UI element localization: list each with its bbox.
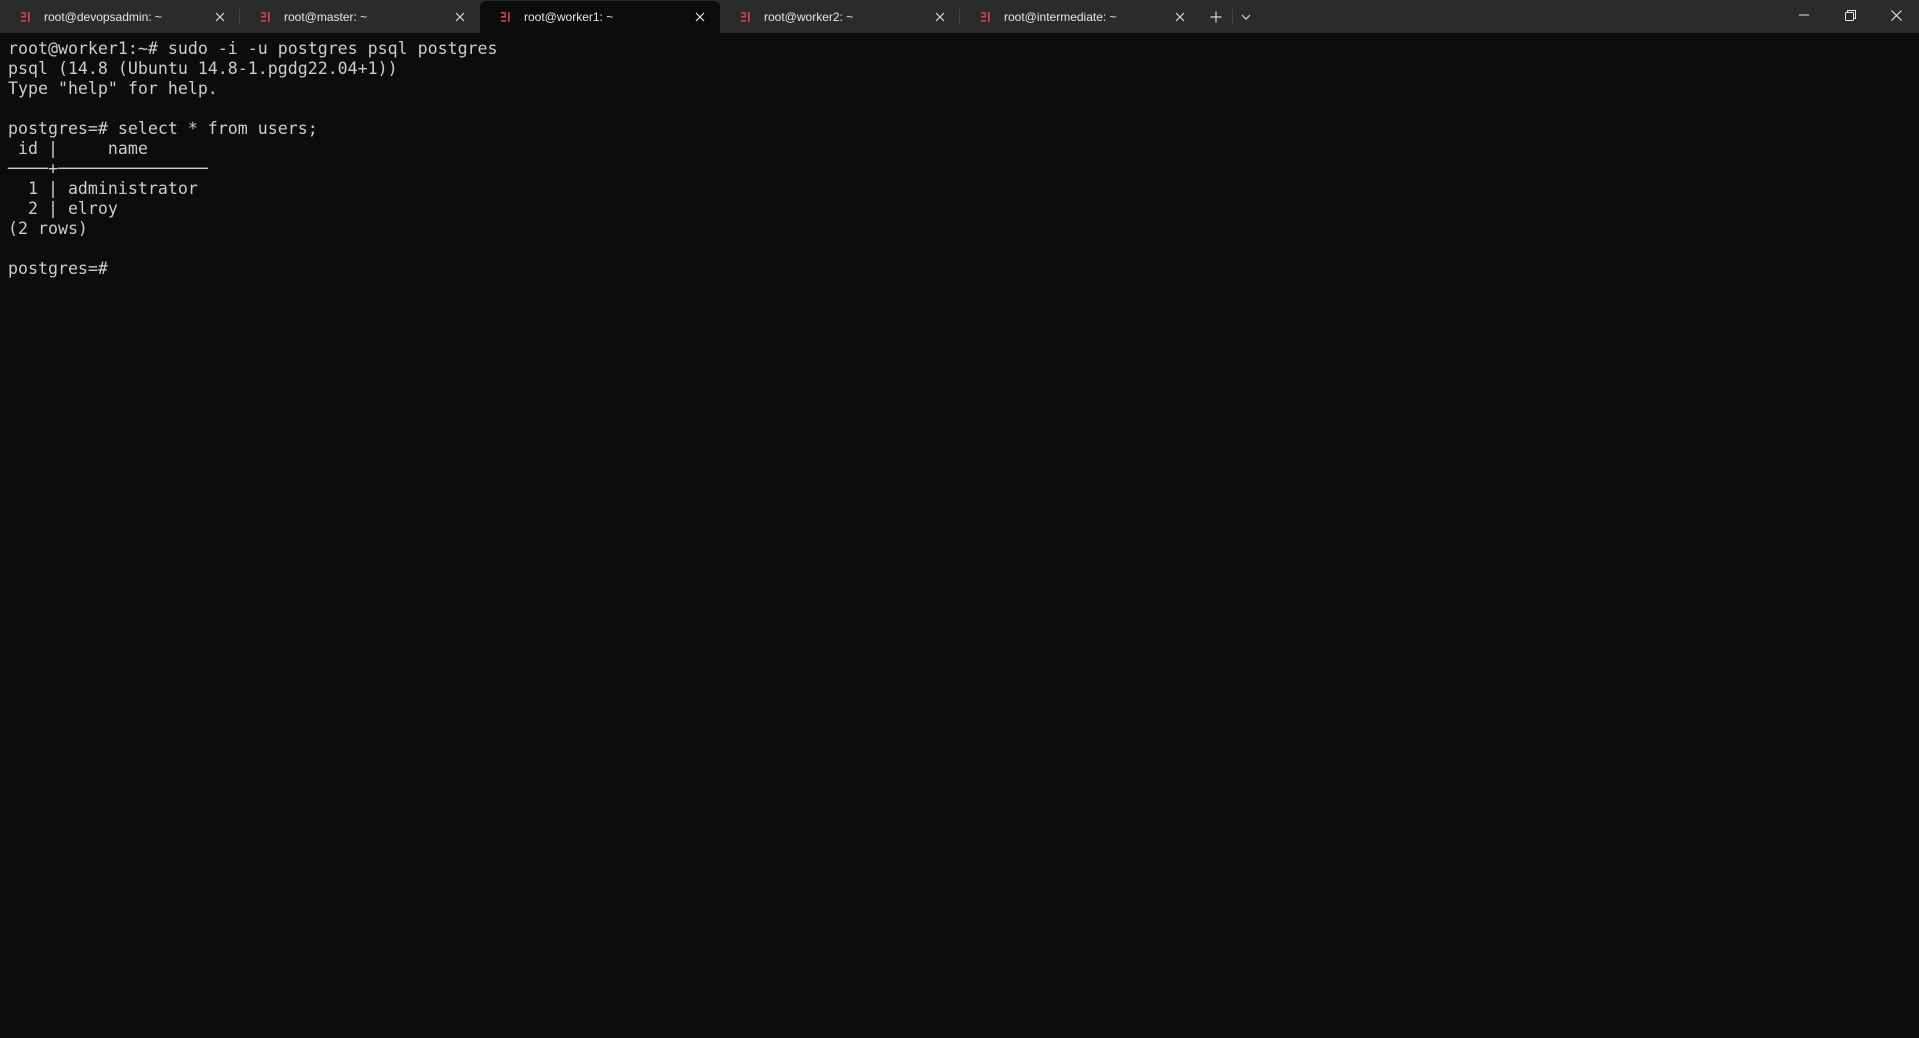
close-icon[interactable] — [1168, 5, 1192, 29]
title-bar: root@devopsadmin: ~ root@master: ~ root@… — [0, 0, 1919, 33]
ubuntu-shell-icon — [261, 11, 270, 22]
terminal-prompt-line[interactable]: postgres=# — [8, 259, 1911, 279]
terminal-line: postgres=# select * from users; — [8, 119, 318, 138]
terminal-line: root@worker1:~# sudo -i -u postgres psql… — [8, 39, 498, 58]
minimize-button[interactable] — [1781, 0, 1827, 30]
terminal-line: ────+─────────────── — [8, 159, 208, 178]
chevron-down-icon — [1241, 14, 1251, 20]
ubuntu-shell-icon — [501, 12, 510, 22]
restore-icon — [1844, 9, 1856, 21]
maximize-button[interactable] — [1827, 0, 1873, 30]
tab-dropdown-button[interactable] — [1233, 0, 1259, 33]
tab-worker1[interactable]: root@worker1: ~ — [480, 1, 720, 33]
new-tab-button[interactable] — [1200, 0, 1232, 33]
tab-master[interactable]: root@master: ~ — [240, 0, 480, 33]
tab-strip: root@devopsadmin: ~ root@master: ~ root@… — [0, 0, 1259, 33]
tab-worker2[interactable]: root@worker2: ~ — [720, 0, 960, 33]
tab-intermediate[interactable]: root@intermediate: ~ — [960, 0, 1200, 33]
terminal-line: 1 | administrator — [8, 179, 198, 198]
close-window-button[interactable] — [1873, 0, 1919, 30]
ubuntu-shell-icon — [21, 11, 30, 22]
text-cursor — [118, 259, 127, 277]
ubuntu-shell-icon — [981, 11, 990, 22]
terminal-line: Type "help" for help. — [8, 79, 218, 98]
terminal-line: (2 rows) — [8, 219, 88, 238]
plus-icon — [1210, 11, 1222, 22]
window-controls — [1781, 0, 1919, 30]
close-icon[interactable] — [448, 5, 472, 29]
close-icon[interactable] — [208, 5, 232, 29]
tab-devopsadmin[interactable]: root@devopsadmin: ~ — [0, 0, 240, 33]
close-icon[interactable] — [688, 5, 712, 29]
close-window-icon — [1890, 9, 1902, 21]
terminal-output[interactable]: root@worker1:~# sudo -i -u postgres psql… — [0, 33, 1919, 1038]
tab-title: root@master: ~ — [284, 9, 368, 24]
ubuntu-shell-icon — [741, 11, 750, 22]
terminal-line: id | name — [8, 139, 148, 158]
tab-title: root@devopsadmin: ~ — [44, 9, 162, 24]
terminal-line: psql (14.8 (Ubuntu 14.8-1.pgdg22.04+1)) — [8, 59, 398, 78]
tab-title: root@worker1: ~ — [524, 10, 614, 24]
minimize-icon — [1799, 14, 1809, 16]
close-icon[interactable] — [928, 5, 952, 29]
terminal-prompt: postgres=# — [8, 259, 118, 278]
tab-title: root@intermediate: ~ — [1004, 9, 1117, 24]
terminal-line: 2 | elroy — [8, 199, 118, 218]
tab-title: root@worker2: ~ — [764, 9, 854, 24]
